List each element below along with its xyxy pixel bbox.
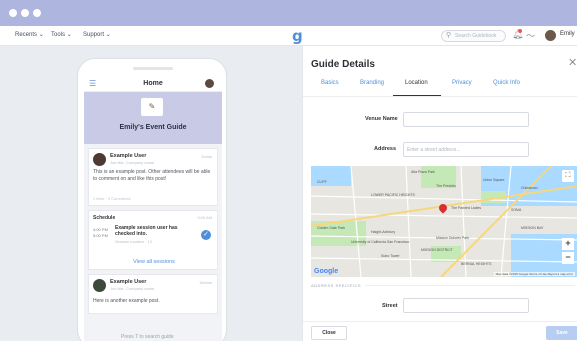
search-placeholder: Search Guidebook <box>455 33 497 39</box>
app-avatar[interactable] <box>205 79 214 88</box>
street-label: Street <box>382 303 398 309</box>
guide-title: Emily's Event Guide <box>119 124 187 131</box>
map-label: Sutro Tower <box>381 254 400 258</box>
phone-speaker <box>133 67 173 70</box>
address-specifics-heading: ADDRESS SPECIFICS <box>311 283 362 288</box>
tab-branding[interactable]: Branding <box>360 80 384 86</box>
map-label: Haight-Ashbury <box>371 230 396 234</box>
tabs-divider <box>303 96 577 97</box>
zoom-in-button[interactable]: + <box>562 238 574 250</box>
session-start-time: 4:00 PM <box>93 227 108 232</box>
search-icon: ⚲ <box>446 32 452 39</box>
nav-recents[interactable]: Recents ⌄ <box>15 31 44 38</box>
window-minimize-dot[interactable] <box>21 9 29 17</box>
map-label: Union Square <box>483 178 505 182</box>
save-button[interactable]: Save <box>546 326 577 340</box>
session-meta: Session location · 12 <box>115 239 153 244</box>
venue-name-field[interactable] <box>403 112 529 127</box>
chevron-down-icon: ⌄ <box>66 32 72 38</box>
post-user: Example User <box>110 153 147 159</box>
map-label: LOWER PACIFIC HEIGHTS <box>371 193 415 197</box>
post-avatar <box>93 279 106 292</box>
post-footer[interactable]: 2 likes · 0 Comments <box>93 196 131 201</box>
window-titlebar <box>0 0 577 26</box>
map-label: The Painted Ladies <box>451 206 482 210</box>
guide-details-panel: Guide Details ✕ Basics Branding Location… <box>302 46 577 341</box>
post-body: Here is another example post. <box>93 298 160 304</box>
session-end-time: 5:00 PM <box>93 233 108 238</box>
map-label: Alta Plaza Park <box>411 170 435 174</box>
address-placeholder: Enter a street address... <box>407 147 461 153</box>
post-card[interactable]: Example User Job title, Company name 2mi… <box>88 148 218 206</box>
post-avatar <box>93 153 106 166</box>
notification-badge <box>518 29 522 33</box>
guide-hero: ✎ Emily's Event Guide <box>84 92 222 144</box>
panel-footer: Close Save <box>303 321 577 341</box>
map-label: CLIFF <box>317 180 327 184</box>
guide-logo-icon: ✎ <box>141 98 163 116</box>
address-field[interactable]: Enter a street address... <box>403 142 529 157</box>
post-body: This is an example post. Other attendees… <box>93 169 211 182</box>
tab-basics[interactable]: Basics <box>321 80 339 86</box>
phone-screen: ☰ Home ✎ Emily's Event Guide Example Use… <box>84 76 222 341</box>
view-all-sessions-link[interactable]: View all sessions <box>89 259 219 265</box>
map-label: Chinatown <box>521 186 538 190</box>
post-user-subtitle: Job title, Company name <box>110 160 155 165</box>
map-label: The Presidio <box>436 184 456 188</box>
close-icon[interactable]: ✕ <box>568 56 577 69</box>
guidebook-logo[interactable]: g <box>292 27 303 45</box>
phone-preview: ☰ Home ✎ Emily's Event Guide Example Use… <box>77 58 227 341</box>
map-label: Golden Gate Park <box>317 226 346 230</box>
post-user-subtitle: Job title, Company name <box>110 286 155 291</box>
tab-location[interactable]: Location <box>405 80 428 86</box>
google-logo: Google <box>314 268 339 275</box>
top-navbar: Recents ⌄ Tools ⌄ Support ⌄ g ⚲ Search G… <box>0 26 577 46</box>
nav-recents-label: Recents <box>15 32 38 38</box>
street-field[interactable] <box>403 298 529 313</box>
chevron-down-icon: ⌄ <box>105 32 111 38</box>
user-avatar[interactable] <box>545 30 556 41</box>
post-card[interactable]: Example User Job title, Company name 15m… <box>88 274 218 314</box>
location-map[interactable]: Alta Plaza Park Union Square The Presidi… <box>311 166 577 277</box>
map-label: BERNAL HEIGHTS <box>461 262 492 266</box>
post-user: Example User <box>110 279 147 285</box>
search-shortcut-hint: Press T to search guide <box>121 334 174 340</box>
checkmark-icon[interactable]: ✓ <box>201 230 211 240</box>
session-title[interactable]: Example session user has checked into. <box>115 225 185 237</box>
fullscreen-icon[interactable]: ⛶ <box>562 170 574 182</box>
map-label: University of California San Francisco <box>351 240 410 244</box>
app-header-title: Home <box>143 80 163 87</box>
search-input[interactable]: ⚲ Search Guidebook <box>441 30 506 42</box>
tab-quick-info[interactable]: Quick Info <box>493 80 520 86</box>
post-time: 15mins <box>199 280 212 285</box>
schedule-time-header: 9:00 AM <box>197 215 212 220</box>
nav-support[interactable]: Support ⌄ <box>83 31 111 38</box>
map-label: MISSION BAY <box>521 226 544 230</box>
nav-support-label: Support <box>83 32 105 38</box>
address-label: Address <box>374 146 397 152</box>
post-time: 2mins <box>201 154 212 159</box>
panel-title: Guide Details <box>311 59 375 70</box>
map-label: SOMA <box>511 208 522 212</box>
tab-privacy[interactable]: Privacy <box>452 80 472 86</box>
activity-icon[interactable]: 〜 <box>526 29 535 42</box>
close-button[interactable]: Close <box>311 326 347 340</box>
map-attribution[interactable]: Map data ©2015 Google Terms of Use Repor… <box>493 272 575 276</box>
nav-tools[interactable]: Tools ⌄ <box>51 31 72 38</box>
nav-tools-label: Tools <box>51 32 66 38</box>
schedule-card: Schedule 9:00 AM 4:00 PM 5:00 PM Example… <box>88 210 218 270</box>
schedule-heading: Schedule <box>93 215 116 221</box>
map-streets <box>311 166 577 277</box>
map-label: Mission Dolores Park <box>436 236 470 240</box>
venue-name-label: Venue Name <box>365 116 398 122</box>
chevron-down-icon: ⌄ <box>38 32 44 38</box>
app-header: ☰ Home <box>84 76 222 92</box>
user-name[interactable]: Emily <box>560 31 575 37</box>
zoom-out-button[interactable]: − <box>562 252 574 264</box>
map-label: MISSION DISTRICT <box>421 248 453 252</box>
window-close-dot[interactable] <box>9 9 17 17</box>
section-divider <box>365 285 575 286</box>
window-maximize-dot[interactable] <box>33 9 41 17</box>
